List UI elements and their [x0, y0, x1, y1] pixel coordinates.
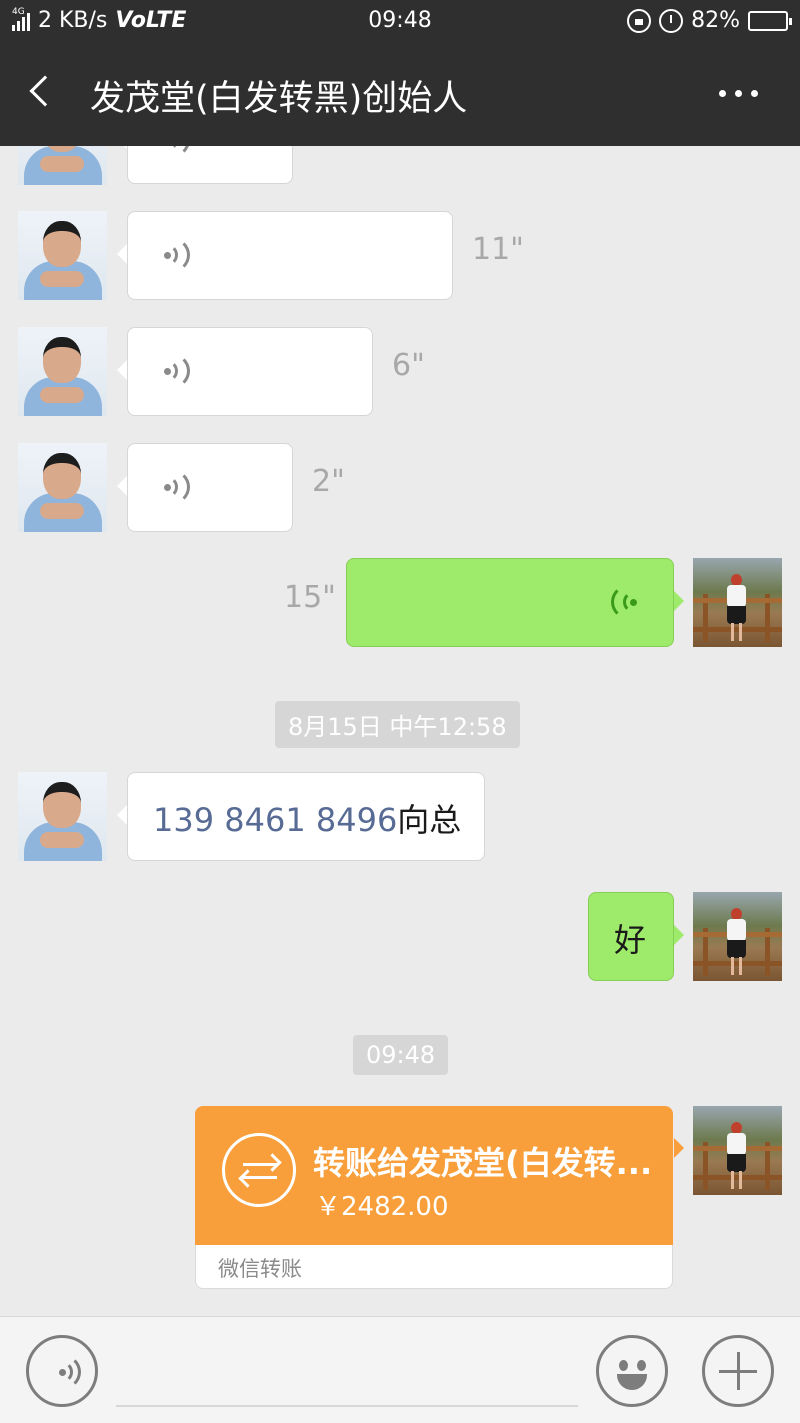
timestamp: 09:48	[353, 1035, 449, 1075]
voice-wave-icon	[605, 583, 639, 623]
voice-duration: 11"	[472, 232, 524, 267]
voice-wave-icon	[162, 236, 196, 276]
voice-wave-icon	[162, 468, 196, 508]
contact-avatar[interactable]	[18, 443, 107, 532]
contact-avatar[interactable]	[18, 146, 107, 185]
battery-icon	[748, 10, 792, 31]
more-dots-icon[interactable]	[719, 90, 758, 97]
text-message[interactable]: 139 8461 8496向总	[117, 772, 485, 861]
voice-message[interactable]	[117, 327, 373, 416]
status-bar: 4G 2 KB/s VoLTE 09:48 82%	[0, 0, 800, 42]
my-voice-message[interactable]	[346, 558, 684, 647]
transfer-icon	[222, 1133, 296, 1207]
message-text-suffix: 向总	[397, 801, 462, 839]
my-text-message[interactable]: 好	[588, 892, 684, 981]
voice-duration: 2"	[312, 464, 345, 499]
message-text: 好	[614, 921, 647, 959]
voice-duration: 6"	[392, 348, 425, 383]
voice-message[interactable]	[117, 211, 453, 300]
timestamp: 8月15日 中午12:58	[275, 701, 520, 748]
message-text: 139 8461 8496向总	[153, 795, 461, 841]
transfer-card-body[interactable]: 转账给发茂堂(白发转... ￥2482.00	[195, 1106, 684, 1245]
contact-avatar[interactable]	[18, 772, 107, 861]
transfer-amount: ￥2482.00	[315, 1192, 449, 1222]
my-avatar[interactable]	[693, 892, 782, 981]
transfer-title: 转账给发茂堂(白发转...	[313, 1144, 653, 1182]
my-avatar[interactable]	[693, 1106, 782, 1195]
chat-header: 发茂堂(白发转黑)创始人	[0, 42, 800, 146]
transfer-footer: 微信转账	[195, 1245, 673, 1289]
my-avatar[interactable]	[693, 558, 782, 647]
message-input[interactable]	[116, 1405, 578, 1407]
back-icon[interactable]	[29, 75, 61, 107]
contact-avatar[interactable]	[18, 211, 107, 300]
phone-link[interactable]: 139 8461 8496	[153, 801, 397, 839]
alarm-icon	[659, 8, 684, 33]
message-list[interactable]: 11" 6" 2" 15" 8月15日 中午12:58 139 8461 849…	[0, 146, 800, 1316]
voice-message[interactable]	[117, 146, 293, 184]
voice-wave-icon	[162, 146, 196, 161]
transfer-card[interactable]: 转账给发茂堂(白发转... ￥2482.00 微信转账	[195, 1106, 684, 1289]
chat-title: 发茂堂(白发转黑)创始人	[90, 79, 468, 119]
plus-icon[interactable]	[702, 1335, 774, 1407]
input-bar	[0, 1316, 800, 1423]
voice-duration: 15"	[284, 580, 336, 615]
voice-message[interactable]	[117, 443, 293, 532]
battery-percent: 82%	[691, 8, 740, 33]
rotation-lock-icon	[627, 8, 652, 33]
voice-input-icon[interactable]	[26, 1335, 98, 1407]
contact-avatar[interactable]	[18, 327, 107, 416]
transfer-label: 微信转账	[218, 1257, 302, 1281]
voice-wave-icon	[162, 352, 196, 392]
emoji-icon[interactable]	[596, 1335, 668, 1407]
